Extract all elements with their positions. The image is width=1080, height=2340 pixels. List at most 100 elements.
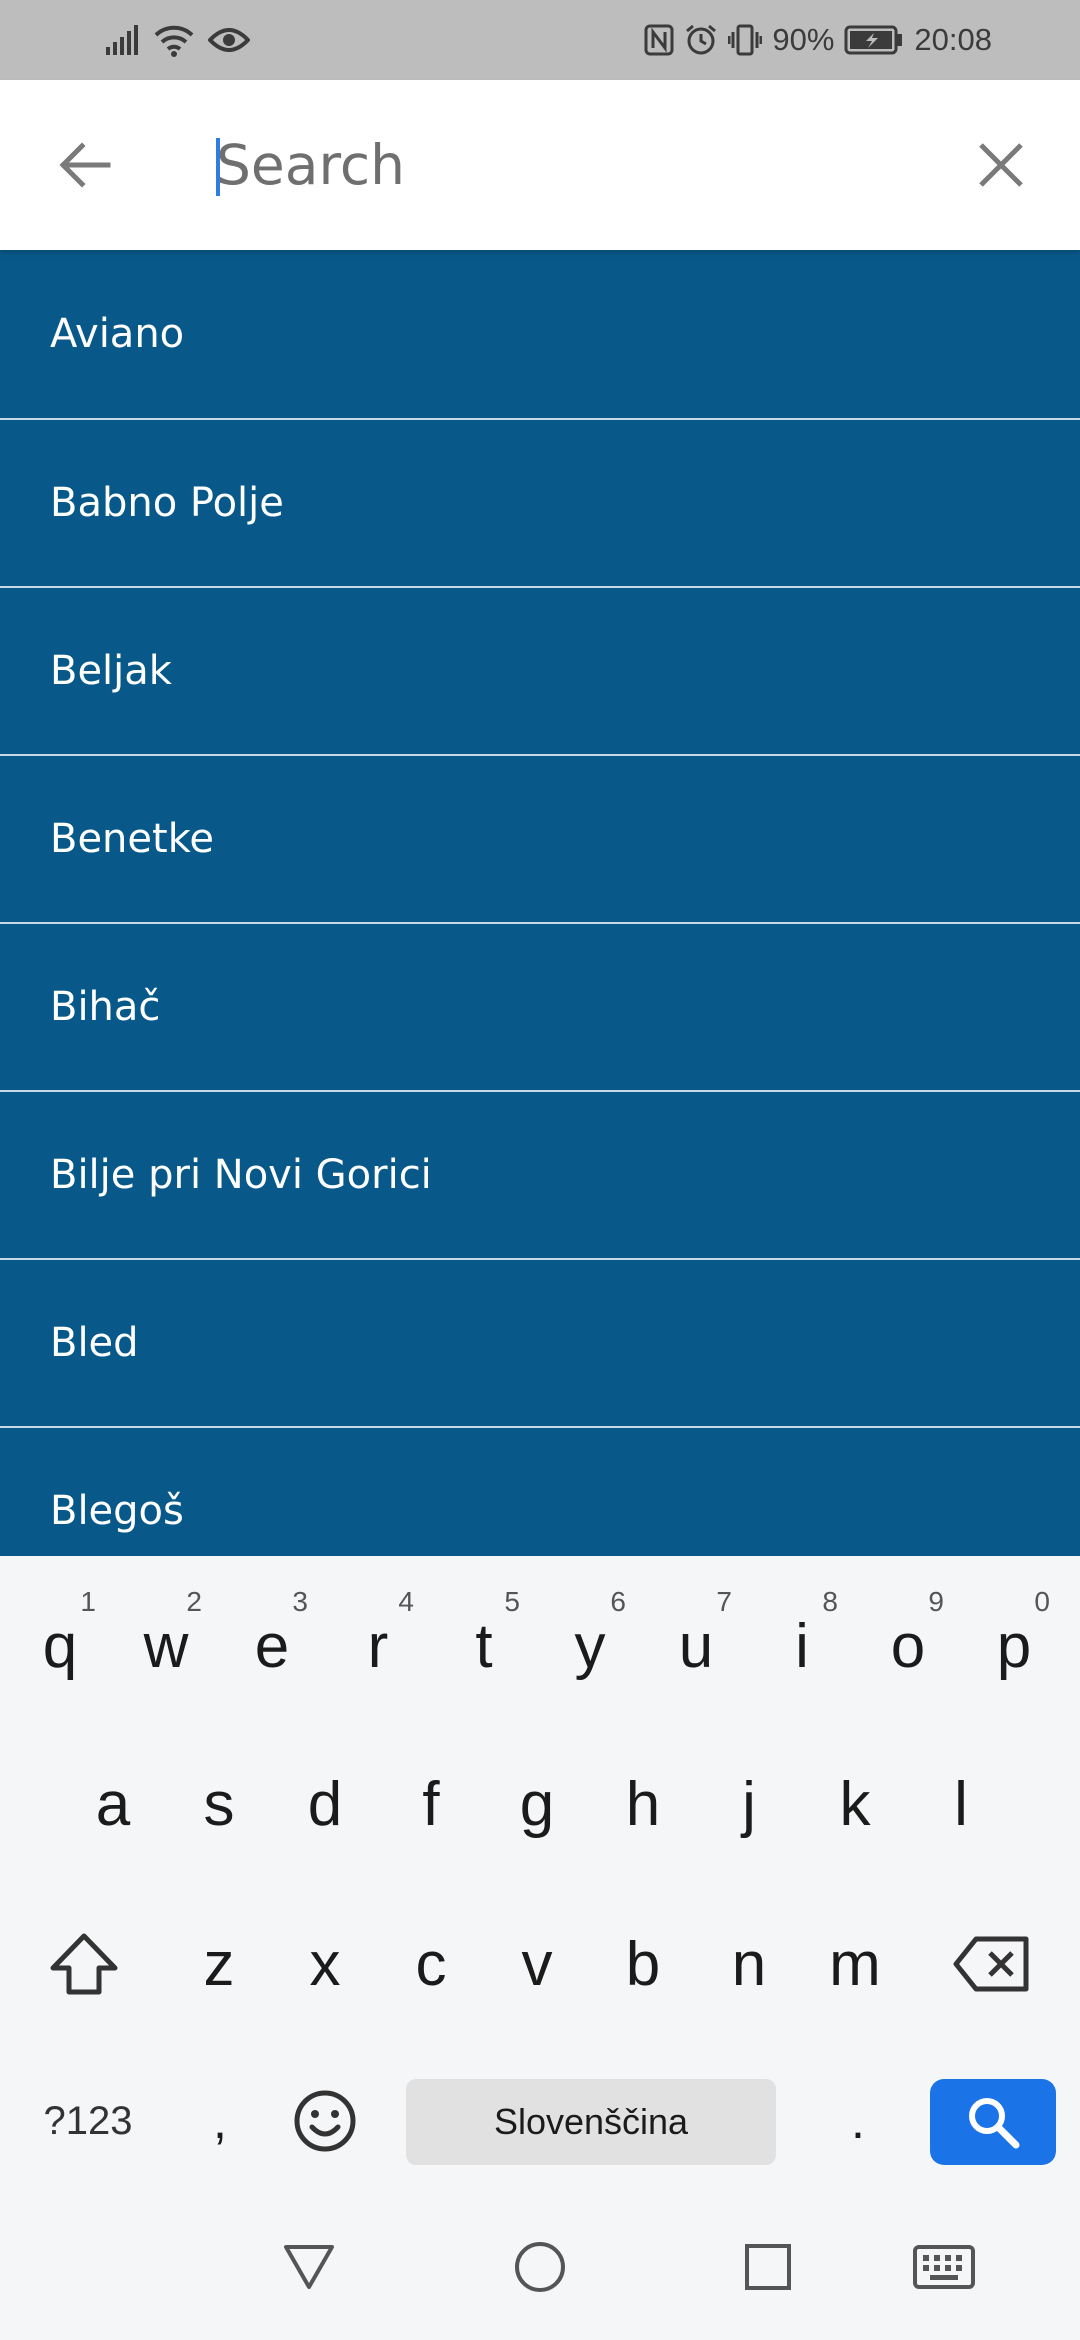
close-icon — [979, 143, 1023, 187]
key-char: b — [625, 1929, 661, 1999]
key-char: r — [367, 1611, 389, 1681]
list-item[interactable]: Bled — [0, 1260, 1080, 1428]
key-char: v — [521, 1929, 553, 1999]
key-y[interactable]: 6y — [540, 1586, 640, 1706]
key-w[interactable]: 2w — [116, 1586, 216, 1706]
space-key[interactable]: Slovenščina — [406, 2079, 776, 2165]
list-item[interactable]: Bilje pri Novi Gorici — [0, 1092, 1080, 1260]
key-char: o — [890, 1611, 926, 1681]
shift-key[interactable] — [34, 1904, 134, 2024]
key-x[interactable]: x — [275, 1904, 375, 2024]
back-button[interactable] — [44, 130, 124, 200]
key-char: d — [307, 1769, 343, 1839]
nav-back-button[interactable] — [274, 2232, 344, 2302]
key-q[interactable]: 1q — [10, 1586, 110, 1706]
list-item[interactable]: Bihač — [0, 924, 1080, 1092]
key-char: g — [519, 1769, 555, 1839]
key-u[interactable]: 7u — [646, 1586, 746, 1706]
key-n[interactable]: n — [699, 1904, 799, 2024]
key-m[interactable]: m — [805, 1904, 905, 2024]
key-c[interactable]: c — [381, 1904, 481, 2024]
key-r[interactable]: 4r — [328, 1586, 428, 1706]
key-p[interactable]: 0p — [964, 1586, 1064, 1706]
key-char: m — [829, 1929, 881, 1999]
status-bar: 90% 20:08 — [0, 0, 1080, 80]
list-item[interactable]: Beljak — [0, 588, 1080, 756]
key-char: q — [42, 1611, 78, 1681]
key-char: j — [742, 1769, 756, 1839]
space-key-label: Slovenščina — [493, 2101, 689, 2142]
key-a[interactable]: a — [63, 1744, 163, 1864]
navigation-bar — [0, 2196, 1080, 2340]
clear-search-button[interactable] — [966, 130, 1036, 200]
nav-recents-button[interactable] — [733, 2232, 803, 2302]
period-key[interactable]: . — [808, 2061, 908, 2181]
battery-charging-icon — [844, 25, 904, 55]
list-item[interactable]: Blegoš — [0, 1428, 1080, 1556]
list-item-label: Bled — [50, 1320, 139, 1366]
list-item[interactable]: Aviano — [0, 250, 1080, 420]
wifi-icon — [154, 23, 194, 57]
key-char: s — [203, 1769, 235, 1839]
key-j[interactable]: j — [699, 1744, 799, 1864]
key-k[interactable]: k — [805, 1744, 905, 1864]
key-v[interactable]: v — [487, 1904, 587, 2024]
shift-icon — [50, 1933, 118, 1995]
key-z[interactable]: z — [169, 1904, 269, 2024]
key-hint: 1 — [80, 1586, 96, 1617]
eye-icon — [208, 26, 250, 54]
list-item[interactable]: Babno Polje — [0, 420, 1080, 588]
list-item-label: Blegoš — [50, 1488, 184, 1534]
nav-home-button[interactable] — [505, 2232, 575, 2302]
key-char: i — [795, 1611, 809, 1681]
battery-percent: 90% — [772, 22, 835, 57]
key-char: p — [996, 1611, 1032, 1681]
key-s[interactable]: s — [169, 1744, 269, 1864]
hide-keyboard-button[interactable] — [909, 2232, 979, 2302]
search-input[interactable] — [216, 124, 936, 206]
key-d[interactable]: d — [275, 1744, 375, 1864]
list-item[interactable]: Benetke — [0, 756, 1080, 924]
key-char: w — [143, 1611, 189, 1681]
key-o[interactable]: 9o — [858, 1586, 958, 1706]
vibrate-icon — [728, 24, 763, 56]
key-f[interactable]: f — [381, 1744, 481, 1864]
key-char: a — [95, 1769, 131, 1839]
emoji-icon — [294, 2090, 356, 2152]
key-hint: 3 — [292, 1586, 308, 1617]
on-screen-keyboard: 1q 2w 3e 4r 5t 6y 7u 8i 9o 0p a s d f g … — [0, 1556, 1080, 2196]
key-char: l — [954, 1769, 968, 1839]
list-item-label: Babno Polje — [50, 480, 284, 526]
key-i[interactable]: 8i — [752, 1586, 852, 1706]
search-key[interactable] — [930, 2079, 1056, 2165]
key-g[interactable]: g — [487, 1744, 587, 1864]
search-app-bar — [0, 80, 1080, 250]
backspace-key[interactable] — [942, 1904, 1042, 2024]
key-char: k — [839, 1769, 871, 1839]
comma-key[interactable]: , — [170, 2061, 270, 2181]
symbols-key-label: ?123 — [43, 2098, 133, 2143]
search-results-list: Aviano Babno Polje Beljak Benetke Bihač … — [0, 250, 1080, 1556]
key-t[interactable]: 5t — [434, 1586, 534, 1706]
signal-icon — [104, 25, 140, 55]
status-right: 90% 20:08 — [644, 18, 992, 62]
key-hint: 4 — [398, 1586, 414, 1617]
list-item-label: Beljak — [50, 648, 172, 694]
emoji-key[interactable] — [275, 2061, 375, 2181]
key-h[interactable]: h — [593, 1744, 693, 1864]
key-b[interactable]: b — [593, 1904, 693, 2024]
symbols-key[interactable]: ?123 — [28, 2076, 148, 2166]
backspace-icon — [953, 1936, 1029, 1992]
list-item-label: Bilje pri Novi Gorici — [50, 1152, 432, 1198]
status-left — [104, 18, 250, 62]
key-char: c — [415, 1929, 447, 1999]
key-char: x — [309, 1929, 341, 1999]
square-recents-icon — [745, 2244, 791, 2290]
clock: 20:08 — [914, 22, 992, 57]
key-char: u — [678, 1611, 714, 1681]
key-char: t — [475, 1611, 493, 1681]
key-e[interactable]: 3e — [222, 1586, 322, 1706]
key-l[interactable]: l — [911, 1744, 1011, 1864]
search-icon — [969, 2098, 1020, 2149]
key-hint: 9 — [928, 1586, 944, 1617]
